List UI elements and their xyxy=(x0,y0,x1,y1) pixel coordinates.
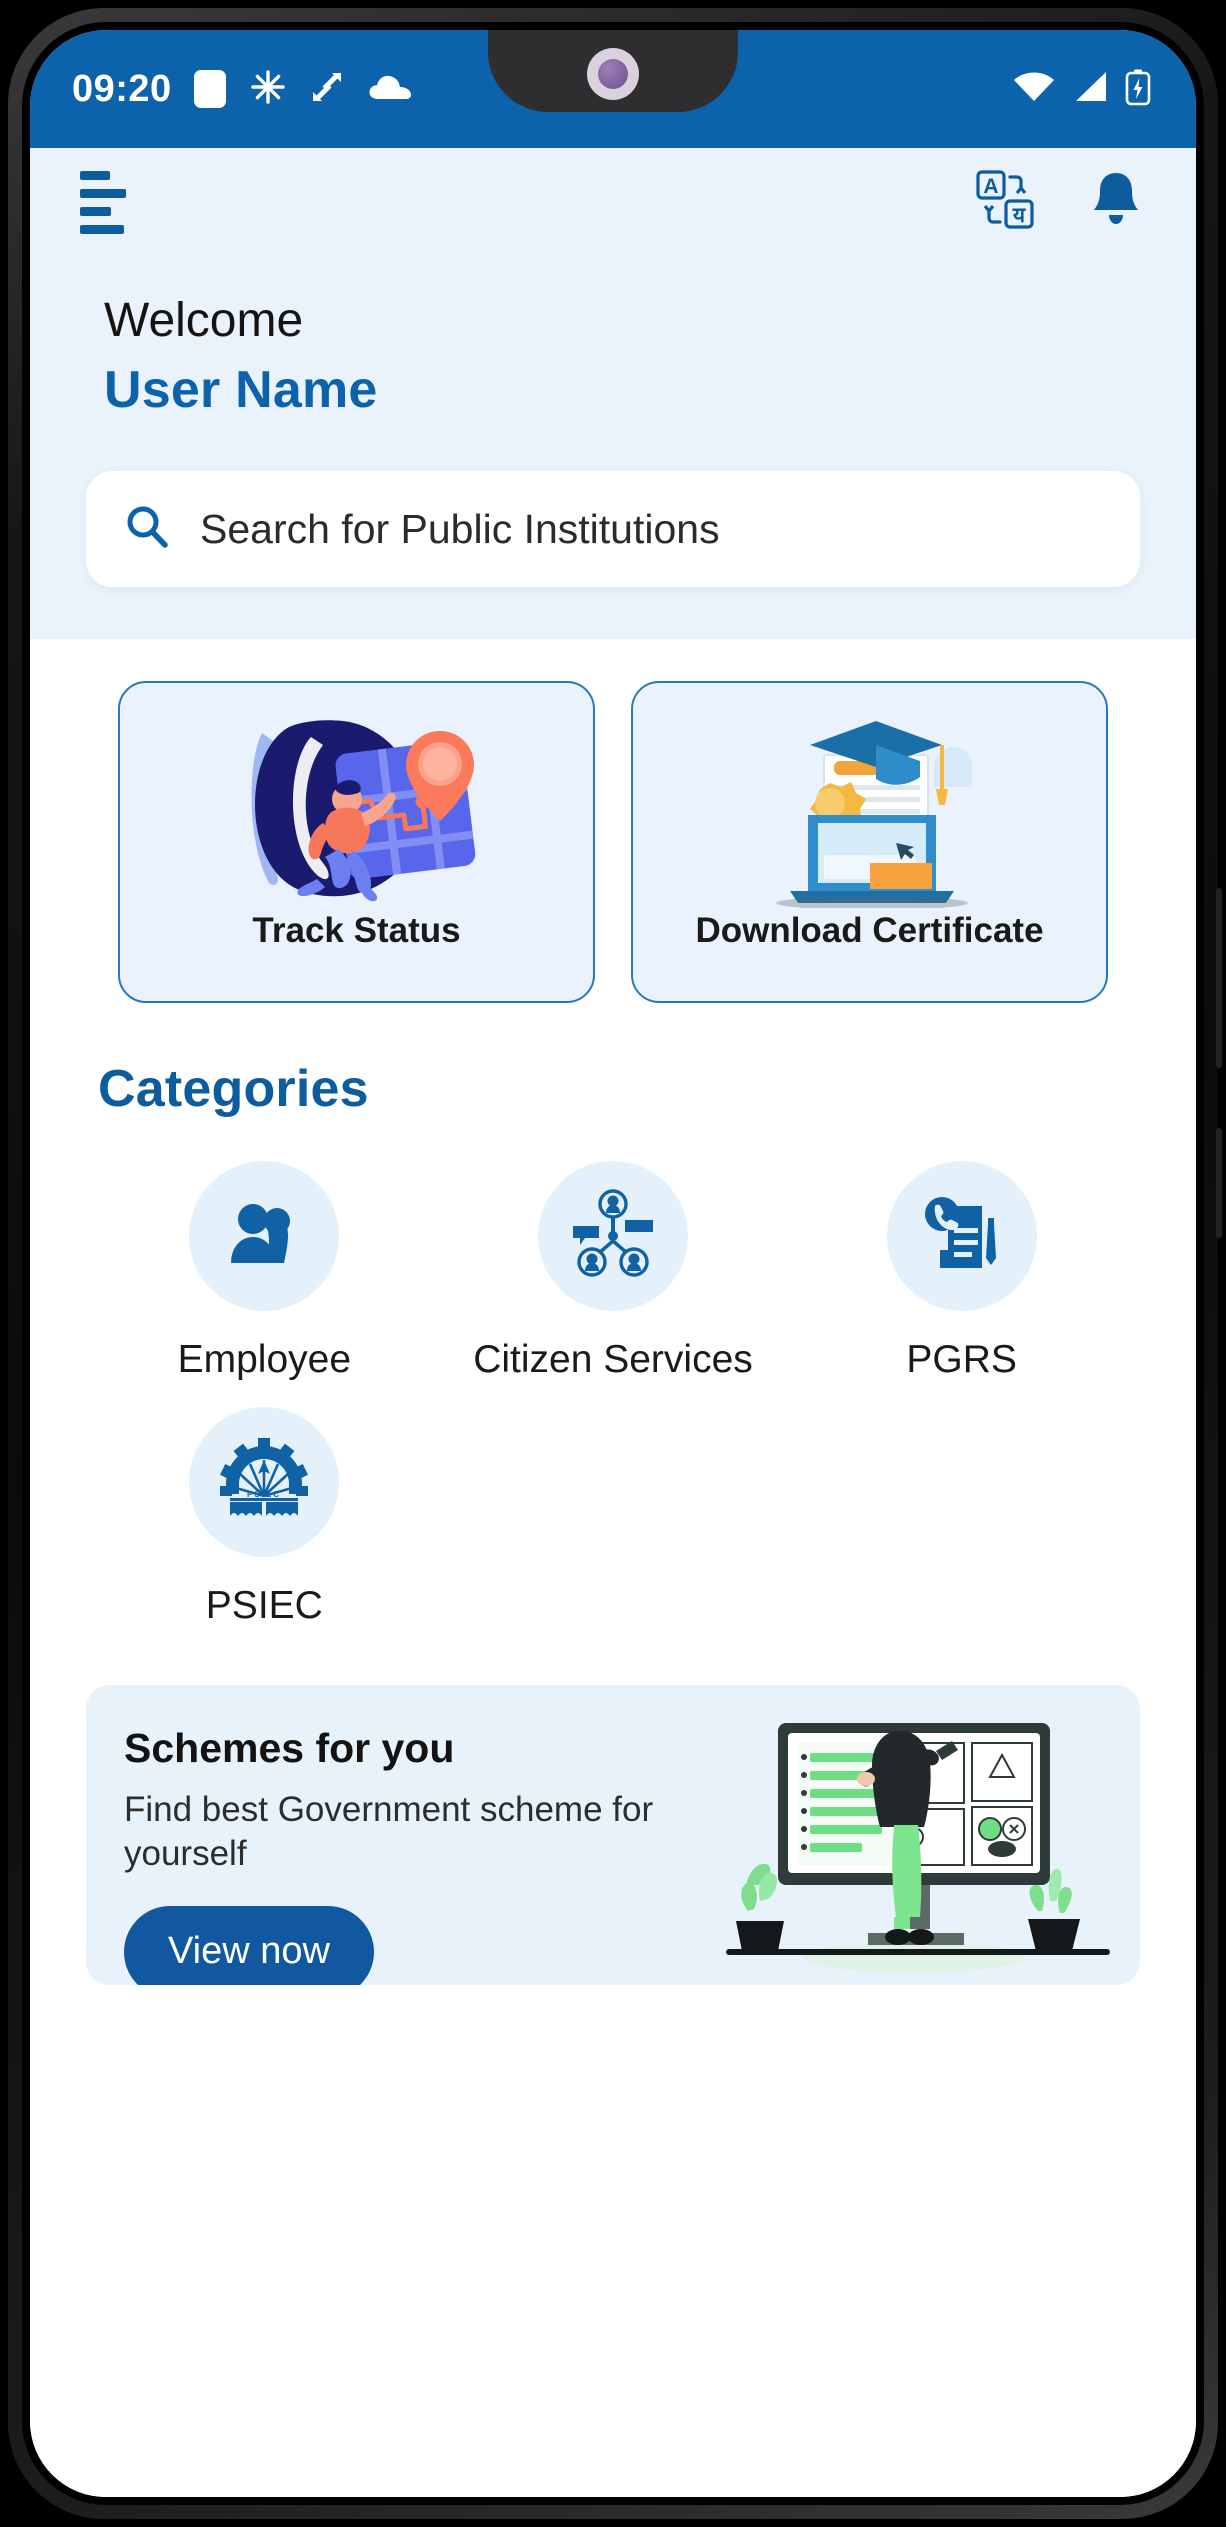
schemes-text: Schemes for you Find best Government sch… xyxy=(86,1685,686,1986)
svg-text:A: A xyxy=(983,175,998,198)
screenshot-icon xyxy=(310,69,344,110)
categories-heading: Categories xyxy=(98,1060,369,1119)
person-at-monitor-illustration xyxy=(718,1705,1118,1985)
wifi-icon xyxy=(1012,70,1056,109)
category-label-citizen-services: Citizen Services xyxy=(473,1338,753,1382)
hero-section: A य Welcome User Name Search for Public … xyxy=(30,148,1196,640)
bottom-strip xyxy=(30,2437,1196,2497)
category-item-citizen-services[interactable]: Citizen Services xyxy=(439,1161,788,1383)
language-translate-icon[interactable]: A य xyxy=(974,169,1036,236)
track-status-label: Track Status xyxy=(252,911,461,951)
phone-frame: 09:20 A य Welcome User Name Search for P… xyxy=(8,8,1222,2519)
cloud-icon xyxy=(366,71,414,108)
app-bar: A य xyxy=(30,148,1196,256)
svg-text:य: य xyxy=(1012,204,1026,227)
track-status-card[interactable]: Track Status xyxy=(118,681,595,1004)
track-status-illustration xyxy=(207,699,507,911)
schemes-banner: Schemes for you Find best Government sch… xyxy=(86,1685,1140,1986)
volume-button[interactable] xyxy=(1216,888,1222,1068)
status-bar-left: 09:20 xyxy=(72,67,414,112)
download-certificate-illustration xyxy=(720,699,1020,911)
hamburger-menu-icon[interactable] xyxy=(80,170,126,234)
asterisk-icon xyxy=(248,67,288,112)
schemes-title: Schemes for you xyxy=(124,1725,455,1772)
battery-icon xyxy=(1124,68,1152,111)
app-bar-actions: A य xyxy=(974,169,1144,236)
category-grid: Employee Citizen Services PGRS PSIEC PSI… xyxy=(30,1119,1196,1629)
category-label-employee: Employee xyxy=(177,1338,352,1382)
greeting: Welcome User Name xyxy=(30,256,1196,425)
people-network-icon xyxy=(537,1161,688,1312)
welcome-label: Welcome xyxy=(104,294,304,347)
svg-text:PSIEC: PSIEC xyxy=(247,1490,281,1499)
category-label-psiec: PSIEC xyxy=(205,1584,323,1628)
status-bar-right xyxy=(1012,30,1152,148)
search-icon xyxy=(122,502,172,557)
phone-screen: 09:20 A य Welcome User Name Search for P… xyxy=(30,30,1196,2497)
status-bar: 09:20 xyxy=(30,30,1196,148)
download-certificate-card[interactable]: Download Certificate xyxy=(631,681,1108,1004)
search-input[interactable]: Search for Public Institutions xyxy=(200,506,720,553)
two-people-icon xyxy=(189,1161,340,1312)
power-button[interactable] xyxy=(1216,1128,1222,1238)
category-item-employee[interactable]: Employee xyxy=(90,1161,439,1383)
app-body: A य Welcome User Name Search for Public … xyxy=(30,148,1196,2497)
category-label-pgrs: PGRS xyxy=(906,1338,1017,1382)
quick-actions: Track Status Download Certificate xyxy=(30,639,1196,1004)
category-item-psiec[interactable]: PSIEC PSIEC xyxy=(90,1407,439,1629)
status-time: 09:20 xyxy=(72,67,172,110)
psiec-gear-logo: PSIEC xyxy=(189,1407,340,1558)
download-certificate-label: Download Certificate xyxy=(695,911,1044,951)
view-now-button[interactable]: View now xyxy=(124,1905,374,1986)
signal-icon xyxy=(1070,70,1110,109)
square-icon xyxy=(193,70,226,108)
phone-document-pencil-icon xyxy=(886,1161,1037,1312)
category-item-pgrs[interactable]: PGRS xyxy=(787,1161,1136,1383)
search-bar[interactable]: Search for Public Institutions xyxy=(86,471,1140,588)
schemes-subtitle: Find best Government scheme for yourself xyxy=(124,1790,654,1873)
front-camera-icon xyxy=(587,48,639,100)
bell-icon[interactable] xyxy=(1088,169,1144,236)
username-label: User Name xyxy=(104,361,378,420)
